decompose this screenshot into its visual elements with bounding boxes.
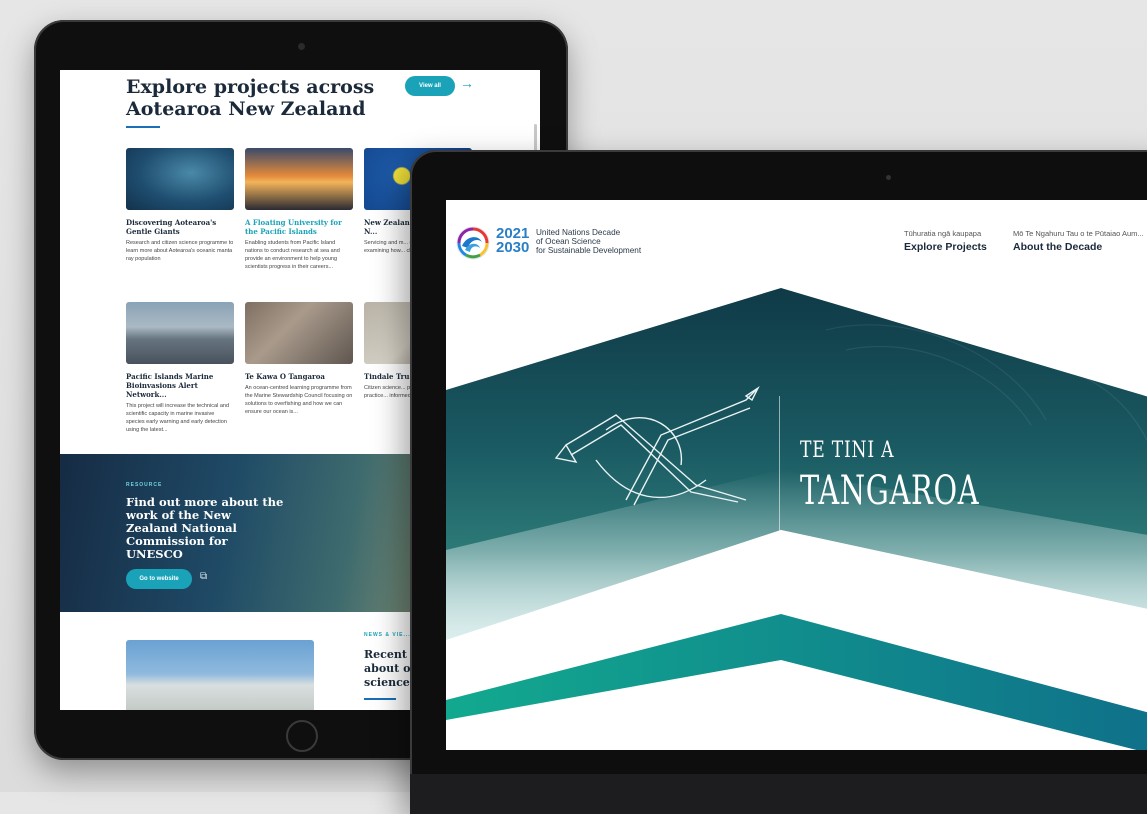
project-card[interactable]: Te Kawa O Tangaroa An ocean-centred lear… — [245, 302, 353, 416]
news-underline — [364, 698, 396, 700]
section-title: Explore projects across Aotearoa New Zea… — [126, 76, 375, 120]
hero-title-line1: TE TINI A — [800, 438, 895, 463]
banner-kicker: RESOURCE — [126, 482, 163, 488]
title-underline — [126, 126, 160, 128]
sunset-ship-photo — [245, 148, 353, 210]
scrollbar[interactable] — [534, 124, 537, 152]
arrow-right-icon[interactable]: → — [460, 75, 474, 91]
card-description: This project will increase the technical… — [126, 403, 230, 433]
hero-divider — [779, 396, 780, 548]
people-photo — [245, 302, 353, 364]
news-kicker: NEWS & VIE... — [364, 632, 411, 638]
laptop-device: 2021 2030 United Nations Decade of Ocean… — [410, 150, 1147, 814]
card-title: Te Kawa O Tangaroa — [245, 372, 325, 381]
go-to-website-button[interactable]: Go to website — [126, 569, 192, 589]
card-description: Research and citizen science programme t… — [126, 240, 234, 262]
view-all-button[interactable]: View all — [405, 76, 455, 96]
project-card[interactable]: Discovering Aotearoa's Gentle Giants Res… — [126, 148, 234, 263]
card-title: Discovering Aotearoa's Gentle Giants — [126, 218, 217, 236]
banner-headline: Find out more about the work of the New … — [126, 495, 284, 561]
card-description: Enabling students from Pacific Island na… — [245, 240, 340, 270]
project-card[interactable]: Pacific Islands Marine Bioinvasions Aler… — [126, 302, 234, 434]
external-link-icon[interactable]: ⧉ — [200, 571, 207, 582]
hero-title-line2: TANGAROA — [800, 468, 980, 514]
tablet-camera — [298, 43, 305, 50]
manta-ray-photo — [126, 148, 234, 210]
hero-graphic — [446, 288, 1147, 750]
card-title: Pacific Islands Marine Bioinvasions Aler… — [126, 372, 214, 399]
card-title: A Floating University for the Pacific Is… — [245, 218, 342, 236]
card-description: An ocean-centred learning programme from… — [245, 385, 353, 415]
laptop-camera — [886, 175, 891, 180]
gannet-colony-photo[interactable] — [126, 640, 314, 710]
project-card[interactable]: A Floating University for the Pacific Is… — [245, 148, 353, 271]
tablet-home-button[interactable] — [286, 720, 318, 752]
pier-workers-photo — [126, 302, 234, 364]
laptop-screen: 2021 2030 United Nations Decade of Ocean… — [446, 200, 1147, 750]
laptop-bezel-bottom — [410, 774, 1147, 814]
